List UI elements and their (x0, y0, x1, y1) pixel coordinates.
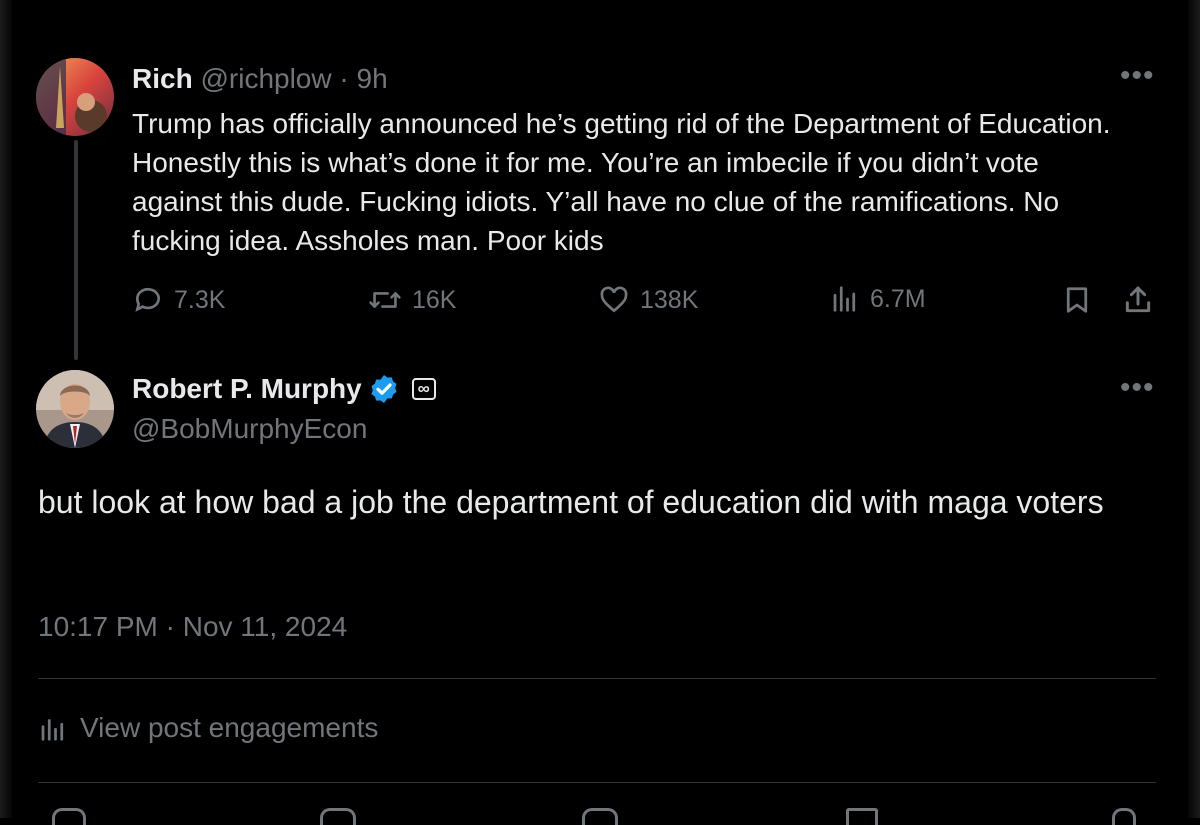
bookmark-icon (1066, 287, 1088, 313)
avatar-robert-murphy[interactable] (36, 370, 114, 448)
views-icon (833, 286, 856, 312)
thread-connector-line (74, 140, 78, 360)
like-button[interactable]: 138K (598, 284, 698, 316)
like-icon (600, 286, 628, 313)
like-icon[interactable] (582, 808, 618, 825)
reply-icon[interactable] (52, 808, 86, 825)
main-more-button[interactable]: ••• (1120, 378, 1155, 402)
reply-button[interactable]: 7.3K (132, 284, 225, 316)
screen-bezel-left (0, 0, 12, 818)
parent-handle[interactable]: @richplow (200, 63, 331, 94)
main-handle[interactable]: @BobMurphyEcon (132, 410, 367, 448)
repost-icon[interactable] (320, 808, 356, 825)
parent-action-bar: 7.3K 16K 138K 6.7M (132, 284, 1162, 324)
repost-button[interactable]: 16K (368, 284, 456, 316)
reply-icon (135, 287, 160, 312)
divider-top (38, 678, 1156, 679)
share-icon (1125, 286, 1151, 313)
avatar-rich[interactable] (36, 58, 114, 136)
bookmark-icon[interactable] (846, 808, 878, 825)
views-count: 6.7M (870, 284, 926, 313)
divider-bottom (38, 782, 1156, 783)
share-icon[interactable] (1112, 808, 1136, 825)
like-count: 138K (640, 285, 699, 314)
verified-badge-icon[interactable] (368, 373, 400, 405)
affiliate-badge[interactable]: ∞ (411, 378, 436, 400)
repost-icon (369, 292, 401, 308)
main-post-timestamp[interactable]: 10:17 PM · Nov 11, 2024 (38, 608, 347, 646)
main-display-name[interactable]: Robert P. Murphy (132, 370, 362, 408)
parent-post-text: Trump has officially announced he’s gett… (132, 108, 1111, 256)
screen-bezel-right (1188, 0, 1200, 818)
share-button[interactable] (1122, 284, 1164, 316)
main-post-text: but look at how bad a job the department… (38, 484, 1104, 520)
parent-post-header: Rich @richplow · 9h (132, 62, 388, 96)
main-post-author-row: Robert P. Murphy ∞ (132, 370, 436, 408)
repost-count: 16K (412, 285, 457, 314)
view-engagements-label: View post engagements (80, 712, 379, 743)
analytics-icon (41, 719, 64, 741)
view-engagements-link[interactable]: View post engagements (38, 712, 378, 744)
parent-display-name[interactable]: Rich (132, 63, 193, 94)
parent-time[interactable]: 9h (357, 63, 388, 94)
parent-more-button[interactable]: ••• (1120, 66, 1155, 90)
views-button[interactable]: 6.7M (830, 284, 926, 314)
main-action-bar-partial (0, 800, 1200, 825)
reply-count: 7.3K (174, 285, 226, 314)
bookmark-button[interactable] (1062, 284, 1102, 316)
parent-separator: · (339, 63, 349, 94)
